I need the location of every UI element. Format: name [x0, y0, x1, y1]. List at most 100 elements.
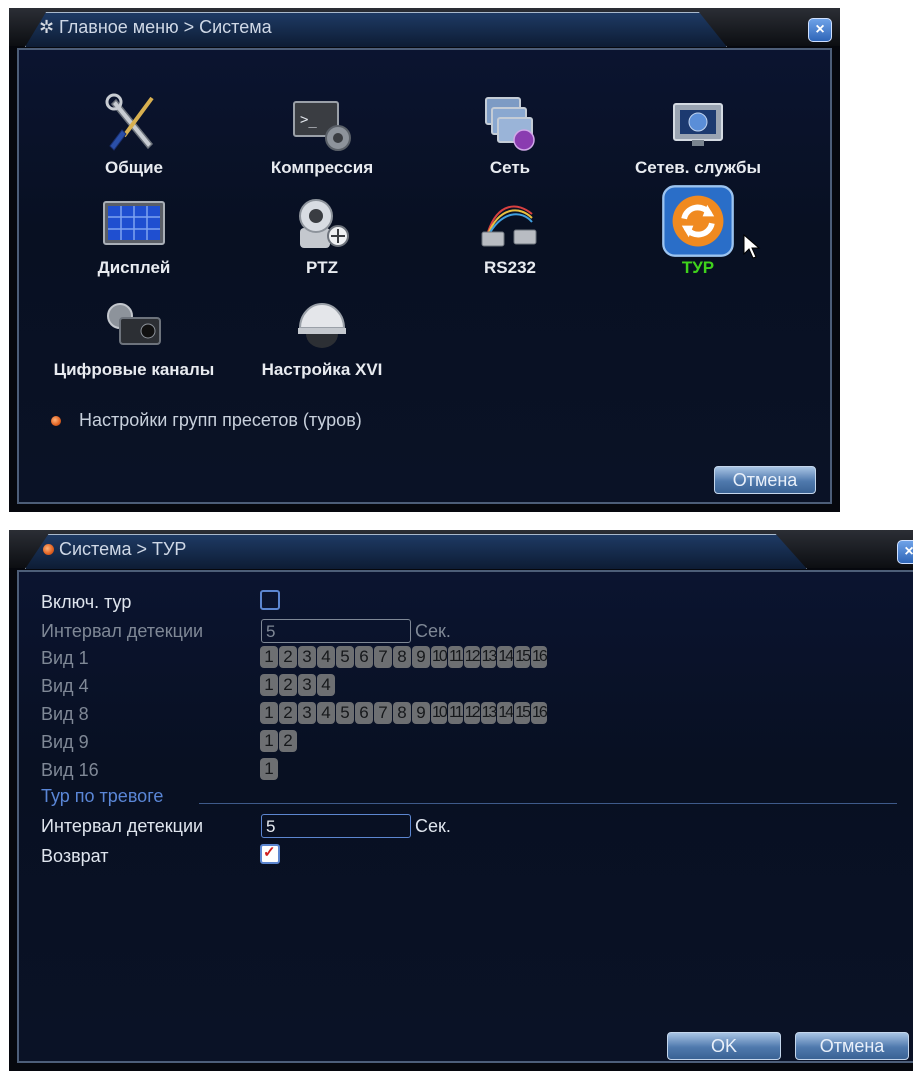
serial-cable-icon [481, 205, 537, 247]
alarm-interval-unit: Сек. [415, 816, 451, 836]
cancel-button[interactable]: Отмена [714, 466, 816, 494]
menu-item-rs232[interactable]: RS232 [415, 192, 605, 288]
channel-toggle[interactable]: 15 [514, 702, 531, 724]
channel-toggle[interactable]: 4 [317, 646, 335, 668]
channel-toggle[interactable]: 7 [374, 646, 392, 668]
menu-item-network[interactable]: Сеть [415, 92, 605, 188]
enable-tour-checkbox[interactable] [260, 590, 280, 610]
tour-refresh-icon [662, 185, 734, 257]
channel-toggle[interactable]: 8 [393, 702, 411, 724]
gear-icon: ✲ [39, 17, 55, 37]
channel-toggle[interactable]: 9 [412, 646, 430, 668]
channel-toggle[interactable]: 2 [279, 730, 297, 752]
alarm-section-title: Тур по тревоге [41, 786, 164, 806]
menu-label-digital-channels: Цифровые каналы [53, 360, 215, 379]
mouse-cursor-icon [743, 234, 761, 259]
ok-button[interactable]: OK [667, 1032, 781, 1060]
channel-toggle[interactable]: 3 [298, 674, 316, 696]
title-bar: Система > ТУР × [9, 530, 913, 569]
menu-label-network: Сеть [489, 158, 531, 177]
view-8-label: Вид 8 [41, 704, 89, 724]
channel-toggle[interactable]: 16 [530, 646, 548, 668]
checkmark-icon: ✓ [263, 844, 276, 861]
menu-item-digital-channels[interactable]: Цифровые каналы [39, 294, 229, 390]
channel-toggle[interactable]: 3 [298, 646, 316, 668]
interval-input[interactable]: 5 [261, 619, 411, 643]
section-divider [199, 803, 897, 804]
menu-item-net-services[interactable]: Сетев. службы [603, 92, 793, 188]
channel-toggle[interactable]: 11 [447, 646, 464, 668]
channel-toggle[interactable]: 10 [431, 702, 448, 724]
return-label: Возврат [41, 846, 109, 866]
view-16-channels: 1 [260, 758, 278, 780]
channel-toggle[interactable]: 4 [317, 702, 335, 724]
view-9-channels: 12 [260, 730, 297, 752]
dome-camera-icon [298, 303, 346, 348]
channel-toggle[interactable]: 7 [374, 702, 392, 724]
channel-toggle[interactable]: 6 [355, 646, 373, 668]
close-button[interactable]: × [808, 18, 832, 42]
view-4-channels: 1234 [260, 674, 335, 696]
menu-label-general: Общие [105, 158, 163, 177]
display-grid-icon [103, 201, 165, 245]
tools-icon [105, 93, 154, 151]
channel-toggle[interactable]: 1 [260, 674, 278, 696]
menu-label-compression: Компрессия [270, 158, 374, 177]
menu-label-rs232: RS232 [484, 258, 536, 277]
window-title: Главное меню > Система [59, 17, 272, 37]
menu-label-tour: ТУР [681, 258, 715, 277]
channel-toggle[interactable]: 1 [260, 730, 278, 752]
channel-toggle[interactable]: 4 [317, 674, 335, 696]
menu-label-xvi-settings: Настройка XVI [261, 360, 383, 379]
channel-toggle[interactable]: 13 [480, 646, 497, 668]
terminal-gear-icon: >_ [293, 101, 351, 151]
channel-toggle[interactable]: 6 [355, 702, 373, 724]
tour-panel: Включ. тур Интервал детекции 5 Сек. Вид … [17, 570, 913, 1063]
channel-toggle[interactable]: 10 [431, 646, 448, 668]
cancel-button[interactable]: Отмена [795, 1032, 909, 1060]
menu-item-tour[interactable]: ТУР [603, 185, 793, 288]
channel-toggle[interactable]: 11 [447, 702, 464, 724]
view-1-label: Вид 1 [41, 648, 89, 668]
channel-toggle[interactable]: 9 [412, 702, 430, 724]
view-8-channels: 1 2 3 4 5 6 7 8 9 10 11 12 13 14 15 16 [260, 702, 548, 724]
channel-toggle[interactable]: 15 [514, 646, 531, 668]
channel-toggle[interactable]: 2 [279, 702, 297, 724]
window-title: Система > ТУР [59, 539, 187, 559]
channel-toggle[interactable]: 1 [260, 646, 278, 668]
interval-unit: Сек. [415, 621, 451, 641]
menu-item-ptz[interactable]: PTZ [227, 192, 417, 288]
svg-text:>_: >_ [300, 112, 317, 128]
menu-item-display[interactable]: Дисплей [39, 192, 229, 288]
menu-label-display: Дисплей [97, 258, 171, 277]
tour-settings-window: Система > ТУР × Включ. тур Интервал дете… [9, 530, 913, 1071]
channel-toggle[interactable]: 16 [530, 702, 548, 724]
channel-toggle[interactable]: 8 [393, 646, 411, 668]
alarm-interval-label: Интервал детекции [41, 816, 204, 836]
channel-toggle[interactable]: 14 [497, 702, 514, 724]
menu-item-general[interactable]: Общие [39, 92, 229, 188]
channel-toggle[interactable]: 3 [298, 702, 316, 724]
alarm-interval-input[interactable]: 5 [261, 814, 411, 838]
menu-item-xvi-settings[interactable]: Настройка XVI [227, 294, 417, 390]
channel-toggle[interactable]: 14 [497, 646, 514, 668]
channel-toggle[interactable]: 12 [463, 702, 481, 724]
channel-toggle[interactable]: 5 [336, 702, 354, 724]
channel-toggle[interactable]: 2 [279, 646, 297, 668]
menu-label-net-services: Сетев. службы [635, 158, 761, 177]
channel-toggle[interactable]: 1 [260, 702, 278, 724]
orange-bullet-icon [51, 416, 61, 426]
ptz-camera-icon [299, 199, 349, 248]
view-4-label: Вид 4 [41, 676, 89, 696]
channel-toggle[interactable]: 5 [336, 646, 354, 668]
channel-toggle[interactable]: 12 [463, 646, 481, 668]
channel-toggle[interactable]: 2 [279, 674, 297, 696]
channel-toggle[interactable]: 13 [480, 702, 497, 724]
globe-monitor-icon [673, 103, 723, 146]
channel-toggle[interactable]: 1 [260, 758, 278, 780]
return-checkbox[interactable]: ✓ [260, 844, 280, 864]
menu-item-compression[interactable]: >_ Компрессия [227, 92, 417, 188]
close-button[interactable]: × [897, 540, 913, 564]
menu-panel: Общие >_ Компрессия Сеть Сетев. службы Д… [17, 48, 832, 504]
interval-label: Интервал детекции [41, 621, 204, 641]
